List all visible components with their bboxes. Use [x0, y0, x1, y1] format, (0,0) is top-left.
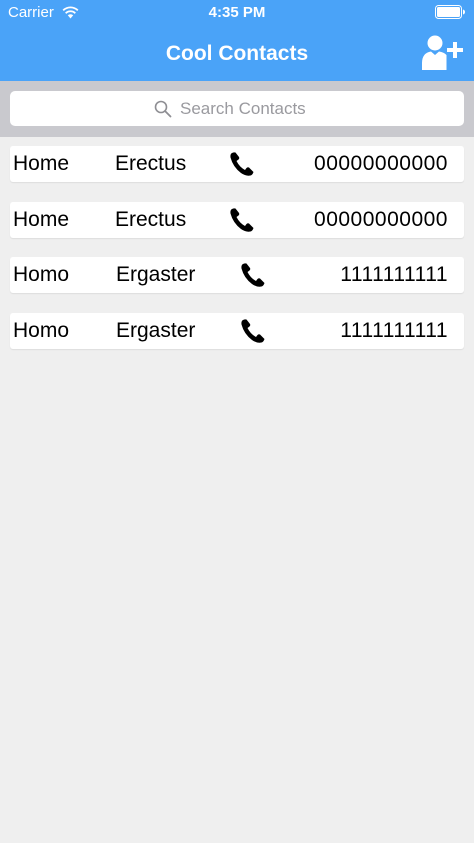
contacts-screen: Carrier 4:35 PM Cool Contacts Search Con…: [0, 0, 474, 843]
contact-first-name: Homo: [13, 263, 70, 286]
status-bar: Carrier 4:35 PM: [0, 0, 474, 26]
contact-row[interactable]: Home Erectus 00000000000: [10, 201, 464, 238]
phone-icon[interactable]: [228, 206, 256, 234]
contact-phone-number: 00000000000: [314, 152, 448, 175]
contact-phone-number: 00000000000: [314, 207, 448, 231]
contact-list: Home Erectus 00000000000 Home Erectus 00…: [10, 146, 464, 368]
search-bar: [0, 81, 474, 137]
phone-icon[interactable]: [239, 261, 267, 289]
phone-icon[interactable]: [228, 150, 256, 178]
page-title: Cool Contacts: [165, 42, 309, 65]
search-icon: [154, 100, 172, 117]
contact-phone-number: 1111111111: [340, 318, 448, 342]
add-contact-icon: [422, 35, 463, 70]
search-input[interactable]: [180, 98, 320, 119]
contact-first-name: Homo: [13, 318, 70, 342]
contact-first-name: Home: [13, 152, 70, 175]
contact-first-name: Home: [13, 207, 70, 231]
status-time: 4:35 PM: [208, 4, 266, 21]
contact-row[interactable]: Homo Ergaster 1111111111: [10, 257, 464, 293]
contact-last-name: Erectus: [115, 152, 187, 175]
contact-row[interactable]: Homo Ergaster 1111111111: [10, 312, 464, 349]
contact-last-name: Erectus: [115, 207, 187, 231]
contact-last-name: Ergaster: [116, 263, 196, 286]
battery-icon: [435, 5, 465, 19]
phone-icon[interactable]: [239, 317, 267, 345]
search-field[interactable]: [10, 91, 464, 126]
contact-phone-number: 1111111111: [340, 263, 448, 286]
add-contact-button[interactable]: [422, 33, 464, 71]
navigation-header: Carrier 4:35 PM Cool Contacts: [0, 0, 474, 81]
contact-last-name: Ergaster: [116, 318, 196, 342]
contact-row[interactable]: Home Erectus 00000000000: [10, 146, 464, 182]
